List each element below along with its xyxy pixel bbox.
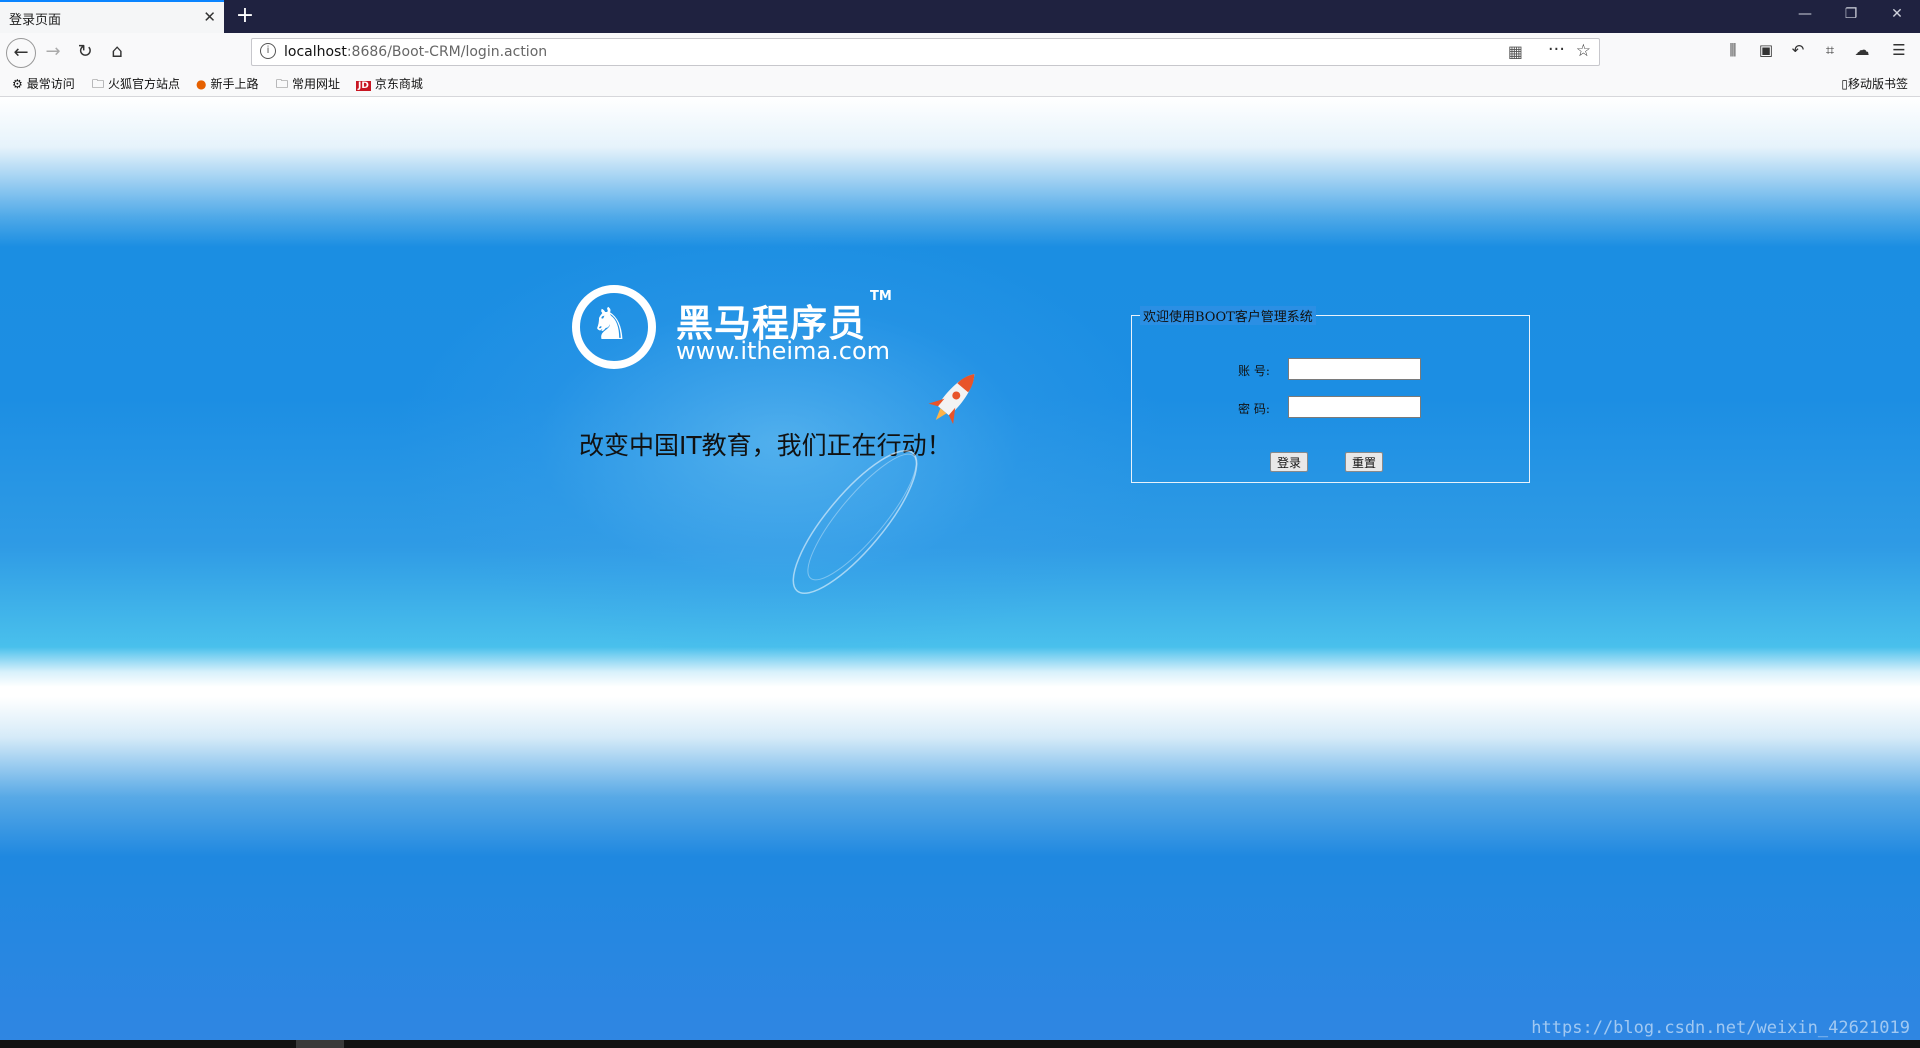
new-tab-icon[interactable]: + xyxy=(232,3,258,28)
more-actions-icon[interactable]: ··· xyxy=(1548,39,1565,60)
home-icon[interactable]: ⌂ xyxy=(104,39,130,65)
restore-icon[interactable]: ❐ xyxy=(1836,6,1866,22)
password-label: 密 码: xyxy=(1238,402,1270,416)
close-tab-icon[interactable]: ✕ xyxy=(203,8,216,26)
gear-icon: ⚙ xyxy=(12,77,23,91)
password-input[interactable] xyxy=(1288,396,1421,418)
account-input[interactable] xyxy=(1288,358,1421,380)
undo-icon[interactable]: ↶ xyxy=(1787,41,1809,59)
bookmarks-bar: ⚙ 最常访问 🗀 火狐官方站点 ● 新手上路 🗀 常用网址 JD 京东商城 ▯移动版书签 xyxy=(0,72,1920,97)
bookmark-label: 常用网址 xyxy=(292,77,341,91)
bookmark-getting-started[interactable]: ● 新手上路 xyxy=(196,75,259,92)
csdn-watermark: https://blog.csdn.net/weixin_42621019 xyxy=(1531,1018,1910,1038)
info-icon[interactable]: i xyxy=(260,43,276,59)
bookmark-star-icon[interactable]: ☆ xyxy=(1576,41,1591,61)
bookmark-most-visited[interactable]: ⚙ 最常访问 xyxy=(12,75,75,92)
url-text[interactable]: localhost:8686/Boot-CRM/login.action xyxy=(284,44,547,60)
bookmark-label: 京东商城 xyxy=(374,77,423,91)
logo-trademark: TM xyxy=(870,289,892,304)
qr-code-icon[interactable]: ▦ xyxy=(1508,42,1523,61)
mobile-bookmarks[interactable]: ▯移动版书签 xyxy=(1841,75,1908,92)
tab-title: 登录页面 xyxy=(9,13,62,28)
chat-icon[interactable]: ☁ xyxy=(1851,41,1873,59)
bookmark-common-sites[interactable]: 🗀 常用网址 xyxy=(276,75,340,96)
browser-tab[interactable]: 登录页面 ✕ xyxy=(0,0,224,33)
reload-icon[interactable]: ↻ xyxy=(72,39,98,65)
rocket-illustration xyxy=(792,374,975,595)
taskbar xyxy=(0,1040,1920,1048)
horse-icon: ♞ xyxy=(590,299,630,350)
url-bar[interactable]: i localhost:8686/Boot-CRM/login.action ▦… xyxy=(251,38,1600,66)
folder-icon: 🗀 xyxy=(92,77,105,91)
login-page: ♞ 黑马程序员 TM www.itheima.com 改变中国IT教育，我们正在… xyxy=(0,97,1920,1040)
menu-icon[interactable]: ☰ xyxy=(1888,41,1910,59)
mobile-icon: ▯ xyxy=(1841,77,1848,91)
folder-icon: 🗀 xyxy=(276,77,289,91)
back-icon[interactable]: ← xyxy=(6,38,36,68)
navigation-bar: ← → ↻ ⌂ i localhost:8686/Boot-CRM/login.… xyxy=(0,33,1920,72)
close-window-icon[interactable]: ✕ xyxy=(1882,6,1912,22)
account-label: 账 号: xyxy=(1238,364,1270,378)
title-bar: 登录页面 ✕ + — ❐ ✕ xyxy=(0,0,1920,33)
url-host: localhost xyxy=(284,44,347,60)
minimize-icon[interactable]: — xyxy=(1790,6,1820,22)
reset-button[interactable]: 重置 xyxy=(1345,452,1384,472)
bookmark-jd[interactable]: JD 京东商城 xyxy=(356,75,423,92)
screenshot-icon[interactable]: ⌗ xyxy=(1819,41,1841,59)
firefox-icon: ● xyxy=(196,77,207,91)
login-legend: 欢迎使用BOOT客户管理系统 xyxy=(1140,306,1316,325)
jd-icon: JD xyxy=(356,81,371,91)
mobile-bookmarks-label: 移动版书签 xyxy=(1847,77,1908,91)
bookmark-firefox-site[interactable]: 🗀 火狐官方站点 xyxy=(92,75,180,96)
sidebar-icon[interactable]: ▣ xyxy=(1755,41,1777,59)
library-icon[interactable]: ⫼ xyxy=(1722,41,1744,59)
forward-icon[interactable]: → xyxy=(40,39,66,65)
taskbar-item[interactable] xyxy=(296,1040,344,1048)
login-form: 欢迎使用BOOT客户管理系统 账 号: 密 码: 登录 重置 xyxy=(1131,306,1530,483)
url-path: :8686/Boot-CRM/login.action xyxy=(346,44,548,60)
bookmark-label: 最常访问 xyxy=(26,77,75,91)
bookmark-label: 新手上路 xyxy=(210,77,259,91)
bookmark-label: 火狐官方站点 xyxy=(108,77,181,91)
login-button[interactable]: 登录 xyxy=(1270,452,1309,472)
